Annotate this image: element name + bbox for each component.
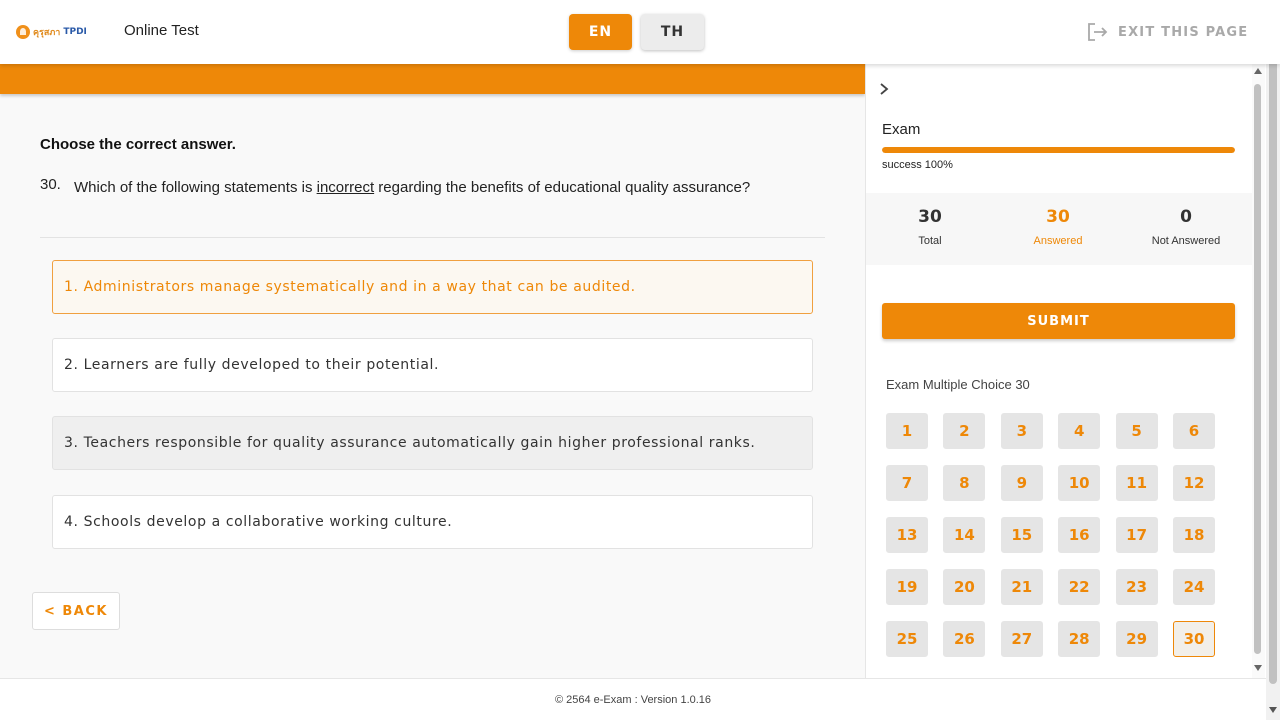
- question-area: Choose the correct answer. 30. Which of …: [0, 64, 865, 678]
- exit-icon: [1088, 23, 1108, 41]
- app-title: Online Test: [124, 22, 199, 39]
- question-nav-button[interactable]: 19: [886, 569, 928, 605]
- stat-total-value: 30: [918, 207, 942, 227]
- question-text-before: Which of the following statements is: [74, 179, 317, 196]
- question-nav-button[interactable]: 24: [1173, 569, 1215, 605]
- tpdi-logo[interactable]: คุรุสภา TPDI: [16, 22, 87, 42]
- question-nav-button[interactable]: 9: [1000, 465, 1043, 501]
- question-nav-button[interactable]: 10: [1058, 465, 1101, 501]
- page-scroll-down-arrow-icon[interactable]: [1269, 707, 1277, 713]
- answer-option-label: 2. Learners are fully developed to their…: [64, 357, 440, 373]
- exam-progress-fill: [882, 147, 1235, 153]
- question-nav-button[interactable]: 30: [1173, 621, 1215, 657]
- sidebar-scrollbar[interactable]: [1252, 64, 1265, 678]
- progress-text: success 100%: [882, 159, 953, 171]
- question-nav-button[interactable]: 26: [943, 621, 986, 657]
- scroll-up-arrow-icon[interactable]: [1254, 68, 1262, 74]
- answer-option-label: 1. Administrators manage systematically …: [64, 279, 636, 295]
- question-text: Which of the following statements is inc…: [74, 176, 794, 200]
- question-nav-button[interactable]: 2: [943, 413, 986, 449]
- lang-en-button[interactable]: EN: [569, 14, 632, 50]
- divider: [40, 237, 825, 238]
- page-scroll-thumb[interactable]: [1269, 14, 1277, 684]
- question-header-band: [0, 64, 865, 94]
- page-scrollbar[interactable]: [1266, 0, 1280, 720]
- exit-page-button[interactable]: EXIT THIS PAGE: [1086, 22, 1248, 42]
- question-instruction: Choose the correct answer.: [40, 136, 236, 153]
- question-nav-button[interactable]: 14: [943, 517, 986, 553]
- back-button[interactable]: < BACK: [32, 592, 120, 630]
- scroll-thumb[interactable]: [1254, 84, 1261, 654]
- question-navigator: 1 2 3 4 5 6 7 8 9 10 11 12 13 14 15 16 17 18 19 20 21 22 23 24 2…: [886, 413, 1226, 663]
- question-nav-button[interactable]: 23: [1115, 569, 1158, 605]
- question-emphasis: incorrect: [316, 179, 375, 196]
- question-nav-button[interactable]: 8: [943, 465, 986, 501]
- exam-sidebar: Exam success 100% 30 Total 30 Answered 0…: [865, 64, 1252, 678]
- answer-option-label: 3. Teachers responsible for quality assu…: [64, 435, 756, 451]
- answer-option-label: 4. Schools develop a collaborative worki…: [64, 514, 453, 530]
- footer: © 2564 e-Exam : Version 1.0.16: [0, 678, 1266, 720]
- question-nav-button[interactable]: 17: [1115, 517, 1158, 553]
- question-nav-button[interactable]: 6: [1173, 413, 1215, 449]
- exam-label: Exam: [882, 121, 921, 138]
- lang-th-button[interactable]: TH: [641, 14, 704, 50]
- question-nav-button[interactable]: 3: [1000, 413, 1043, 449]
- exit-label: EXIT THIS PAGE: [1118, 24, 1249, 40]
- question-nav-button[interactable]: 28: [1058, 621, 1101, 657]
- question-nav-button[interactable]: 13: [886, 517, 928, 553]
- question-nav-button[interactable]: 5: [1115, 413, 1158, 449]
- question-nav-button[interactable]: 18: [1173, 517, 1215, 553]
- answer-option-2[interactable]: 2. Learners are fully developed to their…: [52, 338, 813, 392]
- question-nav-button[interactable]: 16: [1058, 517, 1101, 553]
- stat-answered-value: 30: [1046, 207, 1070, 227]
- stat-not-answered-value: 0: [1180, 207, 1192, 227]
- exam-progress-bar: [882, 147, 1235, 153]
- question-nav-button[interactable]: 4: [1058, 413, 1101, 449]
- question-nav-button[interactable]: 12: [1173, 465, 1215, 501]
- question-nav-button[interactable]: 1: [886, 413, 928, 449]
- question-text-after: regarding the benefits of educational qu…: [374, 179, 751, 196]
- scroll-down-arrow-icon[interactable]: [1254, 665, 1262, 671]
- question-nav-button[interactable]: 7: [886, 465, 928, 501]
- question-number: 30.: [40, 176, 61, 193]
- stat-not-answered-label: Not Answered: [1151, 235, 1221, 247]
- question-nav-button[interactable]: 20: [943, 569, 986, 605]
- question-nav-button[interactable]: 25: [886, 621, 928, 657]
- stat-answered-label: Answered: [1033, 235, 1083, 247]
- exam-stats: 30 Total 30 Answered 0 Not Answered: [866, 193, 1252, 265]
- question-nav-button[interactable]: 21: [1000, 569, 1043, 605]
- logo-thai-text: คุรุสภา: [33, 28, 61, 38]
- logo-icon: [16, 25, 30, 39]
- submit-button[interactable]: SUBMIT: [882, 303, 1235, 339]
- question-nav-button[interactable]: 22: [1058, 569, 1101, 605]
- top-header: คุรุสภา TPDI Online Test EN TH EXIT THIS…: [0, 0, 1280, 64]
- answer-option-3[interactable]: 3. Teachers responsible for quality assu…: [52, 416, 813, 470]
- question-nav-button[interactable]: 15: [1000, 517, 1043, 553]
- question-nav-button[interactable]: 29: [1115, 621, 1158, 657]
- question-nav-button[interactable]: 27: [1000, 621, 1043, 657]
- question-nav-button[interactable]: 11: [1115, 465, 1158, 501]
- question-grid-title: Exam Multiple Choice 30: [886, 377, 1030, 392]
- answer-option-1[interactable]: 1. Administrators manage systematically …: [52, 260, 813, 314]
- logo-brand-text: TPDI: [63, 27, 87, 37]
- chevron-right-icon[interactable]: [878, 82, 890, 96]
- stat-total-label: Total: [918, 235, 942, 247]
- answer-option-4[interactable]: 4. Schools develop a collaborative worki…: [52, 495, 813, 549]
